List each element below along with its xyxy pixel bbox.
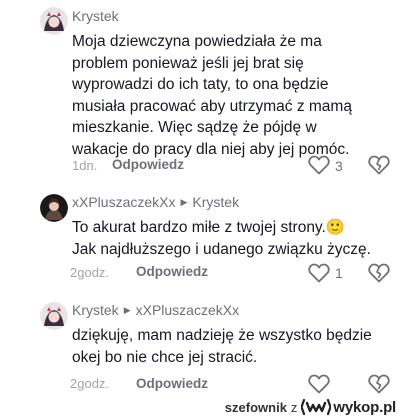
watermark-connector: z bbox=[290, 399, 298, 415]
watermark-site: wykop.pl bbox=[333, 398, 396, 416]
comment-text: dziękuję, mam nadzieję że wszystko będzi… bbox=[72, 325, 390, 368]
author-name[interactable]: Krystek bbox=[72, 8, 119, 24]
comment-line: mieszkanie. Więc sądzę że pójdę w bbox=[72, 119, 317, 136]
reply-to-name[interactable]: Krystek bbox=[192, 194, 239, 210]
comment-author[interactable]: Krystek ▶ xXPluszaczekXx bbox=[72, 302, 239, 318]
triangle-right-icon: ▶ bbox=[123, 304, 131, 315]
author-name[interactable]: Krystek bbox=[72, 302, 119, 318]
comment-line: musiała pracować aby utrzymać z mamą bbox=[72, 97, 352, 115]
comment-author[interactable]: xXPluszaczekXx ▶ Krystek bbox=[72, 194, 239, 210]
reply-to-name[interactable]: xXPluszaczekXx bbox=[136, 302, 239, 318]
watermark-user: szefownik bbox=[224, 399, 287, 415]
like-count: 3 bbox=[335, 158, 343, 174]
reply-button[interactable]: Odpowiedz bbox=[112, 157, 184, 172]
author-name[interactable]: xXPluszaczekXx bbox=[72, 194, 175, 210]
comment-line: problem ponieważ jeśli jej brat się bbox=[72, 54, 304, 72]
comment-timestamp: 2godz. bbox=[70, 376, 110, 391]
comment-timestamp: 2godz. bbox=[70, 265, 110, 280]
heart-outline-icon[interactable] bbox=[308, 155, 330, 175]
avatar[interactable] bbox=[40, 302, 68, 330]
wykop-logo-icon bbox=[301, 398, 332, 416]
comment-text: To akurat bardzo miłe z twojej strony.🙂 … bbox=[72, 217, 390, 260]
avatar[interactable] bbox=[40, 194, 68, 222]
comment-line: Moja dziewczyna powiedziała że ma bbox=[72, 33, 322, 50]
broken-heart-outline-icon[interactable] bbox=[368, 262, 390, 284]
broken-heart-outline-icon[interactable] bbox=[368, 154, 390, 176]
comment-line: okej bo nie chce jej stracić. bbox=[72, 348, 258, 366]
avatar[interactable] bbox=[40, 7, 68, 35]
comment-line: Jak najdłuższego i udanego związku życzę… bbox=[72, 240, 371, 258]
reply-button[interactable]: Odpowiedz bbox=[136, 264, 208, 279]
comment-author[interactable]: Krystek bbox=[72, 8, 119, 24]
comment-line: wyprowadzi do ich taty, to ona będzie bbox=[72, 76, 329, 93]
comment-line: dziękuję, mam nadzieję że wszystko będzi… bbox=[72, 327, 372, 344]
heart-outline-icon[interactable] bbox=[308, 263, 330, 283]
comment-line: To akurat bardzo miłe z twojej strony.🙂 bbox=[72, 219, 346, 236]
triangle-right-icon: ▶ bbox=[180, 196, 188, 207]
watermark: szefownik z wykop.pl bbox=[225, 397, 396, 417]
like-count: 1 bbox=[335, 265, 343, 281]
reply-button[interactable]: Odpowiedz bbox=[136, 376, 208, 391]
comment-text: Moja dziewczyna powiedziała że ma proble… bbox=[72, 31, 390, 160]
broken-heart-outline-icon[interactable] bbox=[368, 373, 390, 395]
heart-outline-icon[interactable] bbox=[308, 374, 330, 394]
wykop-logo: wykop.pl bbox=[301, 398, 396, 416]
comment-timestamp: 1dn. bbox=[72, 158, 98, 173]
